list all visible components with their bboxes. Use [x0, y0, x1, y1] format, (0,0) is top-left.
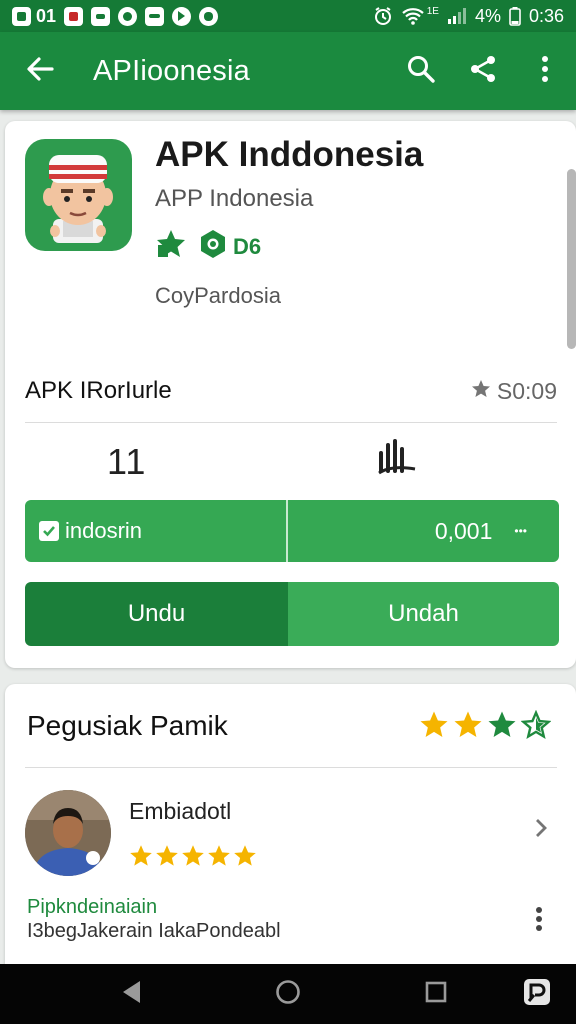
- primary-bar-label: indosrin: [65, 518, 143, 543]
- nav-back-icon: [120, 979, 144, 1010]
- arrow-left-icon: [24, 53, 56, 90]
- reviews-title: Pegusiak Pamik: [27, 710, 228, 741]
- scrollbar-thumb[interactable]: [567, 169, 576, 349]
- status-left-number: 01: [36, 5, 57, 26]
- share-icon: [468, 54, 498, 89]
- wifi-icon: [401, 6, 425, 26]
- nav-extra-button[interactable]: [502, 964, 572, 1024]
- app-category[interactable]: CoyPardosia: [155, 283, 281, 309]
- stat-value: 11: [107, 441, 147, 482]
- notification-icon: [12, 6, 31, 26]
- uninstall-button[interactable]: Undu: [25, 582, 288, 646]
- status-bar: 01 1E 4% 0:36: [0, 0, 576, 32]
- back-button[interactable]: [0, 32, 80, 110]
- play-notification-icon: [172, 6, 192, 26]
- checkbox-icon: [39, 521, 59, 541]
- rating-value: S0:09: [496, 377, 557, 404]
- star-filled-icon: [453, 710, 483, 745]
- primary-bar-value: 0,001: [434, 517, 493, 544]
- star-filled-icon: [207, 844, 231, 873]
- star-filled-icon: [155, 844, 179, 873]
- more-options-button[interactable]: [514, 32, 576, 110]
- cloud-notification-icon: [199, 6, 219, 26]
- reviewer-avatar[interactable]: [25, 790, 111, 876]
- alarm-clock-icon: [373, 6, 393, 26]
- info-divider: [25, 422, 557, 423]
- star-filled-icon: [233, 844, 257, 873]
- downloads-icon: [375, 437, 419, 482]
- star-filled-icon: [419, 710, 449, 745]
- signal-icon: [447, 7, 467, 25]
- editors-choice-icon: [155, 229, 187, 264]
- review-text-line1: Pipkndeinaiain: [27, 896, 158, 918]
- star-filled-icon: [129, 844, 153, 873]
- alarm-icon: [118, 6, 138, 26]
- search-button[interactable]: [390, 32, 452, 110]
- open-button[interactable]: Undah: [288, 582, 559, 646]
- app-details-card: APK Inddonesia APP Indonesia D6 CoyPardo…: [5, 121, 576, 668]
- nav-home-icon: [275, 979, 301, 1010]
- primary-bar-right[interactable]: 0,001 •••: [288, 500, 559, 562]
- review-more-button[interactable]: [535, 906, 543, 937]
- more-vert-icon: [541, 55, 549, 88]
- app-bar-title: APIioonesia: [93, 54, 250, 87]
- info-row: APK IRorIurle S0:09: [25, 373, 557, 409]
- nav-recents-icon: [425, 981, 447, 1008]
- more-vert-icon: [535, 907, 543, 936]
- content-rating-badge: D6: [233, 233, 262, 259]
- app-bar: APIioonesia: [0, 32, 576, 110]
- primary-bar-more[interactable]: •••: [514, 524, 527, 538]
- chart-notification-icon: [145, 6, 165, 26]
- info-section-title: APK IRorIurle: [25, 377, 172, 404]
- reviews-divider: [25, 767, 557, 768]
- status-time: 0:36: [528, 5, 564, 26]
- star-outline-icon: [520, 709, 552, 745]
- message-notification-icon: [91, 6, 111, 26]
- share-button[interactable]: [452, 32, 514, 110]
- system-nav-bar: [0, 964, 576, 1024]
- reviews-card: Pegusiak Pamik Embiadotl Pipkndeinaiain …: [5, 684, 576, 974]
- primary-bar-left[interactable]: indosrin: [25, 500, 288, 562]
- app-notification-icon: [64, 6, 84, 26]
- developer-name[interactable]: APP Indonesia: [155, 185, 313, 213]
- nav-app-icon: [522, 977, 552, 1012]
- nav-home-button[interactable]: [253, 964, 323, 1024]
- network-type-label: 1E: [426, 5, 439, 17]
- chevron-right-icon[interactable]: [533, 816, 549, 845]
- app-logo-icon: [25, 139, 132, 251]
- star-filled-icon: [181, 844, 205, 873]
- review-text-line2: I3begJakerain IakaPondeabl: [27, 920, 281, 942]
- nav-recents-button[interactable]: [401, 964, 471, 1024]
- nav-back-button[interactable]: [97, 964, 167, 1024]
- reviews-rating-stars: [419, 709, 552, 745]
- app-name: APK Inddonesia: [155, 135, 424, 174]
- primary-info-bar[interactable]: indosrin 0,001 •••: [25, 500, 559, 562]
- reviewer-stars: [129, 844, 257, 873]
- battery-icon: [509, 6, 521, 26]
- search-icon: [406, 54, 436, 89]
- action-bar: Undu Undah: [25, 582, 559, 646]
- hexagon-badge-icon: [199, 229, 227, 264]
- reviewer-name: Embiadotl: [129, 798, 232, 824]
- star-filled-icon: [487, 710, 517, 745]
- battery-percent: 4%: [474, 5, 501, 26]
- star-icon: [471, 378, 491, 405]
